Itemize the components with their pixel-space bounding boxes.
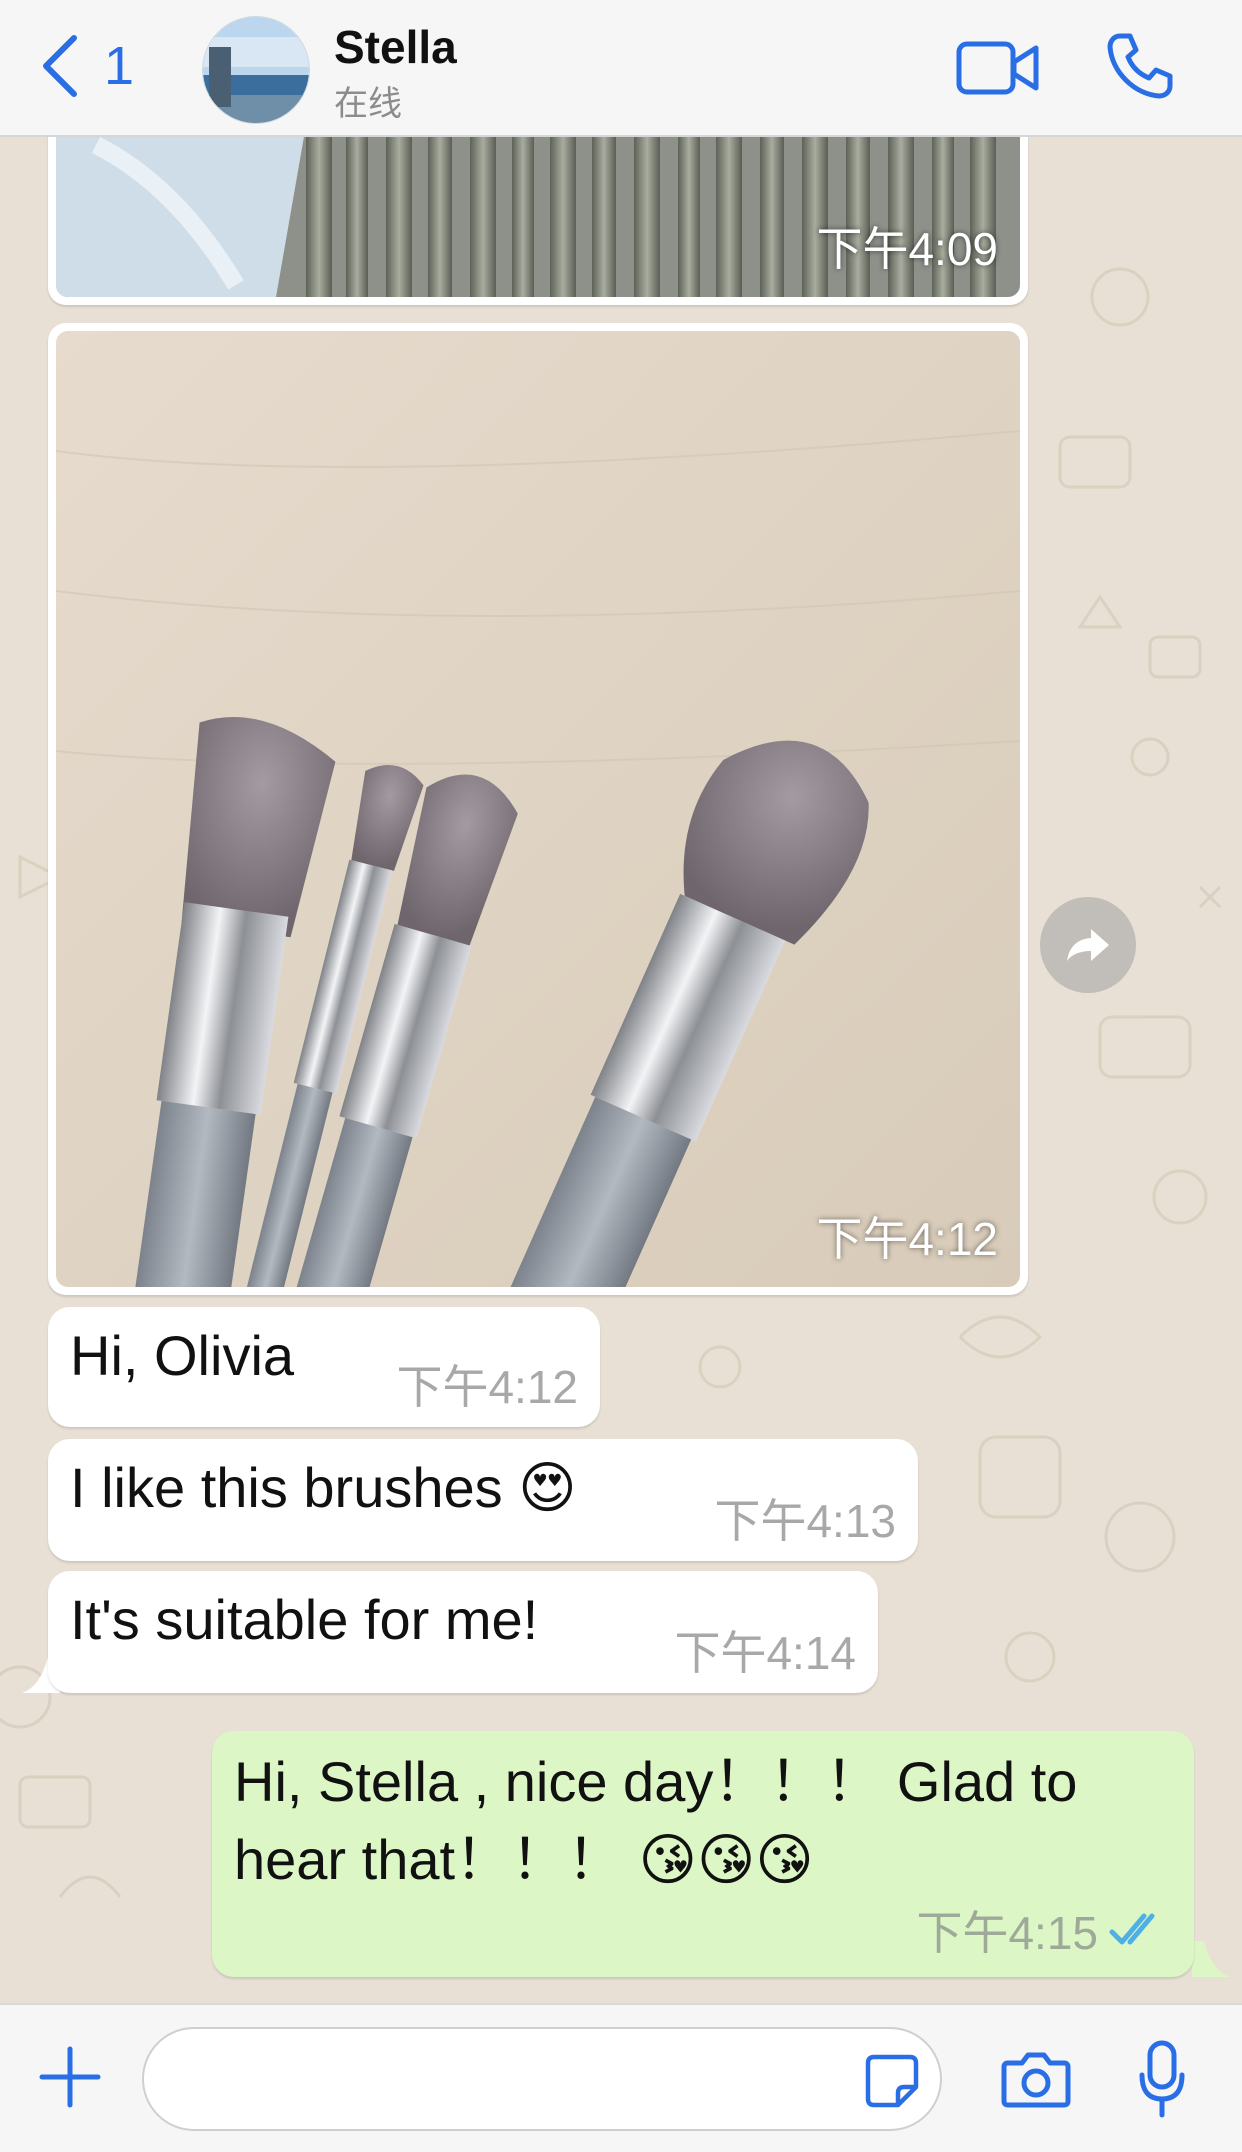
message-time: 下午4:12: [816, 1213, 998, 1265]
brushes-photo: 下午4:12: [56, 331, 1020, 1287]
message-time: 下午4:12: [396, 1361, 578, 1413]
message-time: 下午4:14: [674, 1627, 856, 1679]
camera-icon[interactable]: [1000, 2051, 1072, 2109]
message-time: 下午4:15: [916, 1907, 1098, 1959]
chat-header: 1 Stella 在线: [0, 0, 1242, 137]
forward-icon: [1067, 929, 1109, 961]
image-message[interactable]: 下午4:12: [48, 323, 1028, 1295]
read-ticks-icon: [1109, 1913, 1155, 1945]
sticker-icon[interactable]: [864, 2053, 920, 2109]
message-input[interactable]: [174, 2049, 854, 2109]
chevron-left-icon: [43, 35, 77, 97]
message-text: I like this brushes 😍: [70, 1456, 577, 1519]
message-input-container[interactable]: [142, 2027, 942, 2131]
microphone-icon[interactable]: [1138, 2039, 1186, 2119]
incoming-message[interactable]: I like this brushes 😍 下午4:13: [48, 1439, 918, 1561]
message-time: 下午4:13: [714, 1495, 896, 1547]
message-text: Hi, Stella , nice day！！！ Glad to hear th…: [234, 1750, 1078, 1891]
message-time: 下午4:09: [816, 223, 998, 275]
contact-status: 在线: [334, 85, 402, 123]
bubble-tail: [1192, 1941, 1230, 1977]
composer-bar: [0, 2003, 1242, 2152]
chat-area[interactable]: 下午4:09 下午4:12 Hi, Olivia 下午4:12 I like t…: [0, 137, 1242, 2003]
message-text: Hi, Olivia: [70, 1324, 295, 1387]
image-message[interactable]: 下午4:09: [48, 137, 1028, 305]
back-button[interactable]: 1: [34, 26, 154, 106]
incoming-message[interactable]: Hi, Olivia 下午4:12: [48, 1307, 600, 1427]
avatar[interactable]: [202, 16, 310, 124]
incoming-message[interactable]: It's suitable for me! 下午4:14: [48, 1571, 878, 1693]
brushes-photo: 下午4:09: [56, 137, 1020, 297]
phone-call-icon[interactable]: [1104, 30, 1176, 102]
message-text: It's suitable for me!: [70, 1588, 539, 1651]
contact-name[interactable]: Stella: [334, 20, 457, 74]
video-call-icon[interactable]: [956, 38, 1040, 98]
unread-count: 1: [104, 36, 135, 96]
outgoing-message[interactable]: Hi, Stella , nice day！！！ Glad to hear th…: [212, 1731, 1194, 1977]
forward-button[interactable]: [1040, 897, 1136, 993]
message-meta: 下午4:15: [916, 1897, 1170, 1963]
plus-icon[interactable]: [38, 2045, 102, 2109]
